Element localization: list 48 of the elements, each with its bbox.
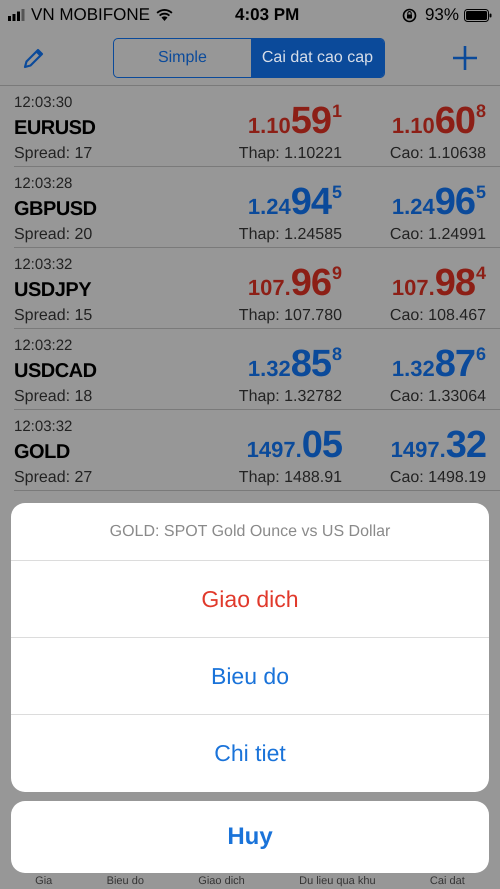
rotation-lock-icon: [402, 8, 417, 22]
tab-bar-item[interactable]: Cai dat: [430, 875, 465, 887]
spread-value: Spread: 18: [14, 387, 94, 407]
sheet-action[interactable]: Giao dich: [11, 561, 489, 638]
add-icon[interactable]: [452, 44, 478, 70]
tab-bar-item[interactable]: Giao dich: [198, 875, 245, 887]
low-price: Thap: 1488.91: [238, 468, 342, 488]
segment-tab[interactable]: Simple: [114, 38, 251, 76]
ask-price: 1497.32: [390, 426, 486, 464]
status-time: 4:03 PM: [235, 4, 300, 26]
symbol-name: GBPUSD: [14, 197, 98, 222]
spread-value: Spread: 27: [14, 468, 94, 488]
tab-bar-item[interactable]: Du lieu qua khu: [299, 875, 376, 887]
wifi-icon: [156, 9, 174, 21]
spread-value: Spread: 17: [14, 144, 94, 164]
bid-price: 1497.05: [246, 426, 342, 464]
high-price: Cao: 108.467: [390, 306, 486, 326]
symbol-name: USDCAD: [14, 359, 98, 384]
spread-value: Spread: 20: [14, 225, 94, 245]
spread-value: Spread: 15: [14, 306, 94, 326]
high-price: Cao: 1498.19: [390, 468, 486, 488]
high-price: Cao: 1.33064: [390, 387, 486, 407]
sheet-action[interactable]: Chi tiet: [11, 715, 489, 792]
symbol-name: EURUSD: [14, 116, 96, 141]
tab-bar-item[interactable]: Bieu do: [106, 875, 144, 887]
low-price: Thap: 1.24585: [238, 225, 342, 245]
quote-time: 12:03:32: [14, 255, 74, 274]
battery-percent: 93%: [424, 4, 459, 26]
sheet-title: GOLD: SPOT Gold Ounce vs US Dollar: [11, 503, 489, 561]
quote-time: 12:03:30: [14, 93, 74, 112]
segment-tab[interactable]: Cai dat cao cap: [250, 38, 384, 76]
high-price: Cao: 1.10638: [390, 144, 486, 164]
cancel-button[interactable]: Huy: [11, 801, 489, 873]
high-price: Cao: 1.24991: [390, 225, 486, 245]
sheet-action[interactable]: Bieu do: [11, 638, 489, 715]
quote-time: 12:03:28: [14, 174, 74, 193]
battery-icon: [464, 8, 492, 22]
low-price: Thap: 1.32782: [238, 387, 342, 407]
quote-row[interactable]: 12:03:32 GOLD Spread: 27 1497.05 Thap: 1488.91 1497.32 Cao: 1498.19: [14, 410, 500, 491]
quote-time: 12:03:22: [14, 336, 74, 355]
carrier-name: VN MOBIFONE: [31, 4, 150, 26]
low-price: Thap: 1.10221: [238, 144, 342, 164]
symbol-name: GOLD: [14, 440, 71, 465]
signal-icon: [8, 9, 26, 21]
symbol-name: USDJPY: [14, 278, 92, 303]
tab-bar-item[interactable]: Gia: [35, 875, 52, 887]
quote-time: 12:03:32: [14, 417, 74, 436]
low-price: Thap: 107.780: [238, 306, 342, 326]
